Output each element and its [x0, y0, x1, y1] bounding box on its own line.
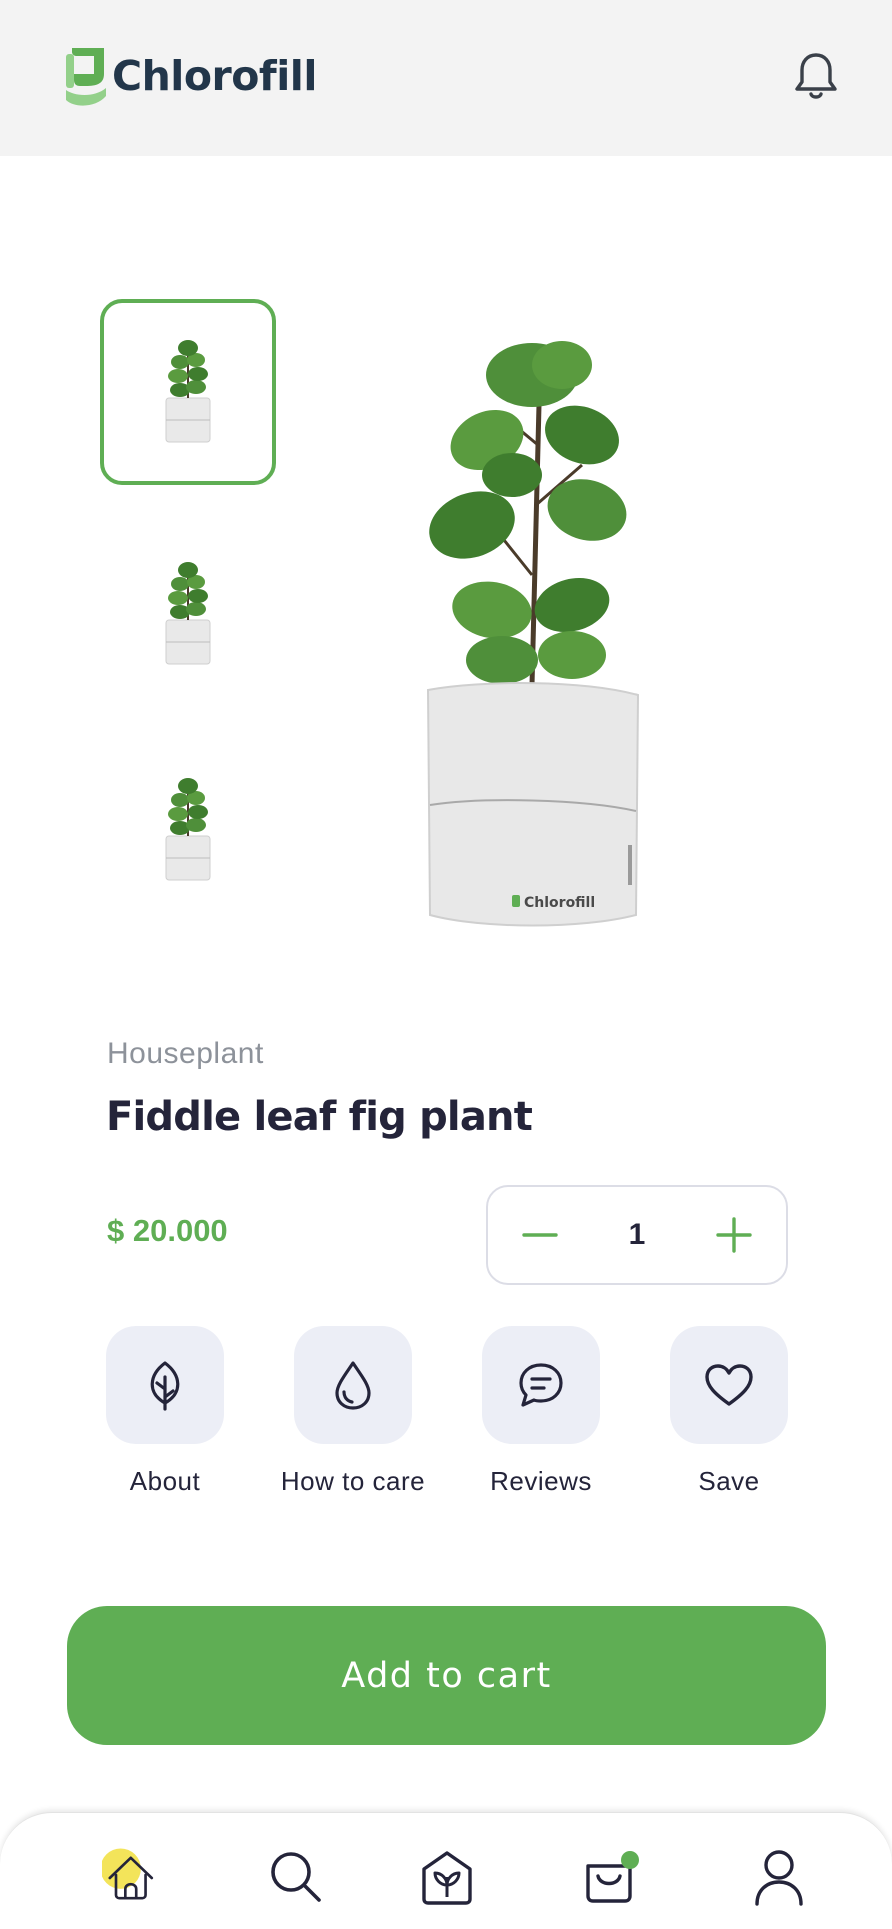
action-label: How to care: [280, 1466, 426, 1496]
home-icon: [102, 1848, 154, 1900]
how-to-care-button[interactable]: [294, 1326, 412, 1444]
cart-badge: [621, 1851, 639, 1869]
nav-profile[interactable]: [744, 1843, 814, 1913]
water-drop-icon: [335, 1361, 371, 1410]
leaf-icon: [150, 1361, 180, 1411]
profile-icon: [755, 1850, 803, 1906]
bottom-navigation: [0, 1812, 892, 1929]
plus-icon: [716, 1217, 752, 1253]
fiddle-leaf-fig-thumbnail: [165, 561, 211, 665]
quantity-value: 1: [628, 1218, 646, 1251]
nav-plants[interactable]: [412, 1843, 482, 1913]
product-main-image: Chlorofill: [426, 341, 640, 927]
product-thumbnail-2[interactable]: [100, 521, 276, 707]
nav-cart[interactable]: [577, 1843, 647, 1913]
search-icon: [271, 1852, 321, 1902]
bell-icon: [795, 53, 837, 99]
chat-icon: [519, 1363, 563, 1407]
cart-icon: [586, 1851, 639, 1903]
quantity-stepper: 1: [486, 1185, 788, 1285]
action-about: About: [85, 1326, 245, 1497]
increase-quantity-button[interactable]: [710, 1211, 758, 1259]
action-label: Save: [698, 1466, 760, 1496]
product-title: Fiddle leaf fig plant: [106, 1094, 533, 1140]
notification-button[interactable]: [790, 50, 842, 102]
action-save: Save: [649, 1326, 809, 1497]
fiddle-leaf-fig-thumbnail: [165, 339, 211, 443]
save-button[interactable]: [670, 1326, 788, 1444]
app-logo[interactable]: Chlorofill: [64, 44, 317, 108]
product-price: $ 20.000: [107, 1213, 228, 1248]
action-reviews: Reviews: [461, 1326, 621, 1497]
fiddle-leaf-fig-thumbnail: [165, 777, 211, 881]
add-to-cart-button[interactable]: Add to cart: [67, 1606, 826, 1745]
nav-home[interactable]: [102, 1843, 172, 1913]
decrease-quantity-button[interactable]: [516, 1211, 564, 1259]
action-label: Reviews: [490, 1466, 592, 1496]
plant-house-icon: [422, 1851, 472, 1905]
heart-icon: [705, 1364, 753, 1406]
product-thumbnail-1[interactable]: [100, 299, 276, 485]
action-how-to-care: How to care: [273, 1326, 433, 1497]
product-thumbnail-3[interactable]: [100, 737, 276, 923]
about-button[interactable]: [106, 1326, 224, 1444]
app-header: Chlorofill: [0, 0, 892, 156]
nav-search[interactable]: [262, 1843, 332, 1913]
chlorofill-logo-icon: [66, 48, 106, 106]
minus-icon: [522, 1233, 558, 1237]
product-category: Houseplant: [107, 1037, 264, 1070]
pot-brand-label: Chlorofill: [524, 895, 595, 911]
reviews-button[interactable]: [482, 1326, 600, 1444]
action-label: About: [129, 1466, 201, 1496]
app-name: Chlorofill: [112, 52, 317, 100]
